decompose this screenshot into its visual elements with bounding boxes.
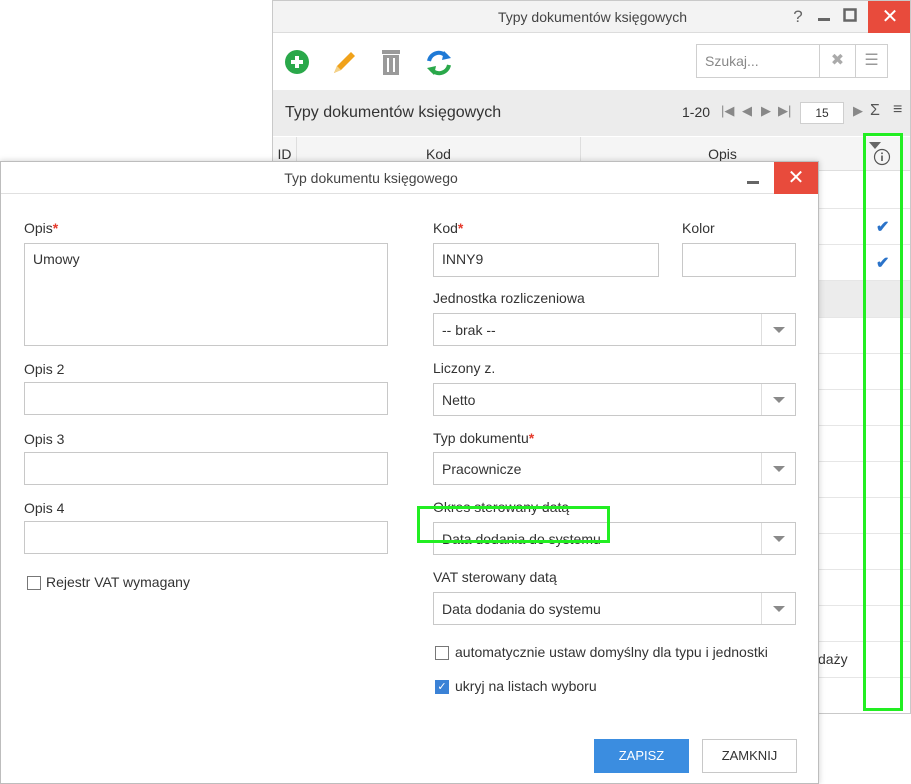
- close-icon[interactable]: ✕: [868, 1, 910, 33]
- vat-value: Data dodania do systemu: [442, 601, 601, 617]
- save-button[interactable]: ZAPISZ: [594, 739, 689, 773]
- background-titlebar: Typy dokumentów księgowych ? ✕: [273, 1, 910, 33]
- minimize-icon[interactable]: [746, 166, 760, 191]
- vat-select[interactable]: Data dodania do systemu: [433, 592, 796, 625]
- chevron-down-icon[interactable]: [761, 453, 795, 484]
- grid-menu-icon[interactable]: ≡: [893, 101, 902, 119]
- kolor-label: Kolor: [682, 220, 715, 236]
- required-asterisk: *: [528, 430, 535, 446]
- rejestr-vat-label[interactable]: Rejestr VAT wymagany: [46, 574, 190, 590]
- chevron-down-icon[interactable]: [761, 593, 795, 624]
- pager-range: 1-20: [682, 104, 711, 120]
- liczony-select[interactable]: Netto: [433, 383, 796, 416]
- required-asterisk: *: [457, 220, 464, 236]
- hide-on-lists-label[interactable]: ukryj na listach wyboru: [455, 678, 597, 694]
- highlight-column-frame: [863, 133, 903, 711]
- typ-dokumentu-label: Typ dokumentu*: [433, 430, 535, 446]
- close-icon[interactable]: ✕: [774, 162, 818, 194]
- toolbar: Szukaj... ✖ ☰: [273, 34, 910, 90]
- search-menu-icon[interactable]: ☰: [856, 44, 888, 78]
- grid-title: Typy dokumentów księgowych: [285, 104, 502, 121]
- chevron-down-icon[interactable]: [761, 314, 795, 345]
- opis4-label: Opis 4: [24, 500, 65, 516]
- prev-page-icon[interactable]: ◀: [742, 103, 752, 119]
- last-page-icon[interactable]: ▶|: [778, 103, 791, 119]
- refresh-icon[interactable]: [424, 48, 454, 78]
- search-input[interactable]: Szukaj...: [696, 44, 820, 78]
- kolor-input[interactable]: [682, 243, 796, 277]
- required-asterisk: *: [52, 220, 59, 236]
- delete-trash-icon[interactable]: [377, 48, 407, 78]
- cell-text-fragment: daży: [818, 651, 848, 667]
- highlight-checkbox-frame: [417, 506, 610, 543]
- opis3-input[interactable]: [24, 452, 388, 485]
- liczony-label: Liczony z.: [433, 360, 496, 376]
- liczony-value: Netto: [442, 392, 476, 408]
- sum-icon[interactable]: Σ: [870, 102, 880, 120]
- typ-dokumentu-value: Pracownicze: [442, 461, 522, 477]
- close-button[interactable]: ZAMKNIJ: [702, 739, 797, 773]
- opis2-label: Opis 2: [24, 361, 65, 377]
- kod-input[interactable]: INNY9: [433, 243, 659, 277]
- kod-label: Kod*: [433, 220, 464, 236]
- hide-on-lists-checkbox[interactable]: ✓: [435, 680, 449, 694]
- grid-header: Typy dokumentów księgowych 1-20 |◀ ◀ ▶ ▶…: [273, 90, 910, 136]
- page-size-input[interactable]: 15: [800, 102, 844, 124]
- jednostka-label: Jednostka rozliczeniowa: [433, 290, 585, 306]
- clear-search-icon[interactable]: ✖: [820, 44, 856, 78]
- next-icon[interactable]: ▶: [853, 103, 863, 119]
- opis4-input[interactable]: [24, 521, 388, 554]
- dialog-window: Typ dokumentu księgowego ✕ Opis* Umowy O…: [0, 161, 819, 784]
- opis2-input[interactable]: [24, 382, 388, 415]
- add-icon[interactable]: [283, 48, 313, 78]
- opis3-label: Opis 3: [24, 431, 65, 447]
- opis-label: Opis*: [24, 220, 59, 236]
- dialog-title: Typ dokumentu księgowego: [284, 170, 458, 186]
- jednostka-select[interactable]: -- brak --: [433, 313, 796, 346]
- chevron-down-icon[interactable]: [761, 523, 795, 554]
- rejestr-vat-checkbox[interactable]: [27, 576, 41, 590]
- next-page-icon[interactable]: ▶: [761, 103, 771, 119]
- opis-textarea[interactable]: Umowy: [24, 243, 388, 346]
- maximize-icon[interactable]: [839, 5, 861, 29]
- typ-dokumentu-select[interactable]: Pracownicze: [433, 452, 796, 485]
- minimize-icon[interactable]: [813, 5, 835, 29]
- auto-default-label[interactable]: automatycznie ustaw domyślny dla typu i …: [455, 644, 768, 660]
- jednostka-value: -- brak --: [442, 322, 496, 338]
- first-page-icon[interactable]: |◀: [721, 103, 734, 119]
- dialog-titlebar: Typ dokumentu księgowego ✕: [1, 162, 818, 194]
- edit-pencil-icon[interactable]: [329, 48, 359, 78]
- vat-label: VAT sterowany datą: [433, 569, 557, 585]
- auto-default-checkbox[interactable]: [435, 646, 449, 660]
- help-icon[interactable]: ?: [787, 5, 809, 29]
- chevron-down-icon[interactable]: [761, 384, 795, 415]
